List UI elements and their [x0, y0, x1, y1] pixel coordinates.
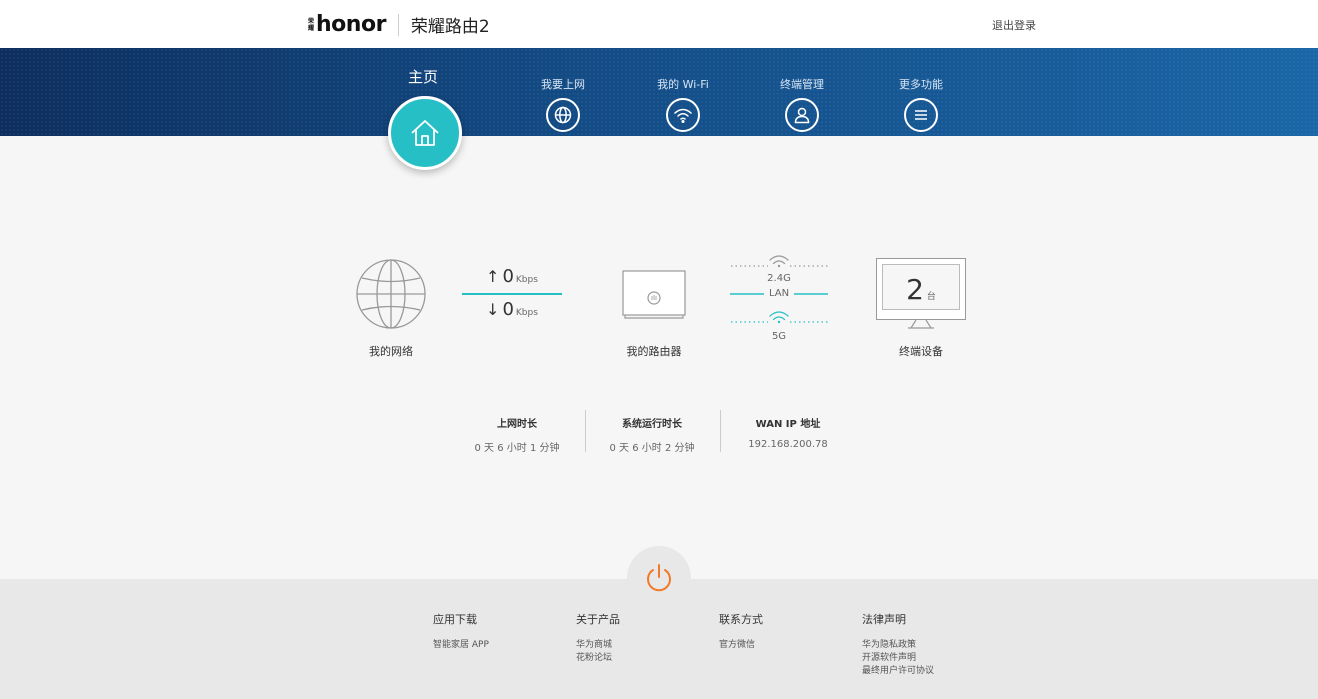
band-5g-label: 5G — [771, 331, 787, 342]
wifi-24g-icon — [769, 255, 789, 268]
power-button[interactable] — [627, 546, 691, 610]
arrow-down-icon: ↓ — [486, 300, 500, 319]
my-router-label: 我的路由器 — [626, 345, 682, 358]
wifi-icon — [666, 98, 700, 132]
footer-link[interactable]: 智能家居 APP — [433, 639, 489, 652]
logout-link[interactable]: 退出登录 — [992, 17, 1036, 33]
my-network-label: 我的网络 — [369, 345, 413, 358]
footer-link[interactable]: 华为商城 — [576, 639, 620, 652]
online-duration-stat: 上网时长 0 天 6 小时 1 分钟 — [474, 419, 560, 454]
user-icon — [785, 98, 819, 132]
router-icon[interactable] — [622, 270, 686, 320]
footer-link[interactable]: 开源软件声明 — [862, 652, 934, 665]
home-button[interactable] — [388, 96, 462, 170]
nav-item-devices[interactable]: 终端管理 — [757, 76, 847, 132]
download-speed: ↓ 0 Kbps — [486, 299, 538, 320]
wifi-5g-icon — [769, 311, 789, 324]
wan-ip-stat: WAN IP 地址 192.168.200.78 — [748, 419, 828, 450]
product-name: 荣耀路由2 — [410, 17, 490, 37]
nav-item-more[interactable]: 更多功能 — [876, 76, 966, 132]
band-24g-label: 2.4G — [767, 273, 791, 284]
device-count: 2 — [906, 273, 924, 306]
monitor-screen: 2 台 — [876, 258, 966, 320]
footer-col-products: 关于产品 华为商城 花粉论坛 — [576, 613, 620, 665]
footer-link[interactable]: 华为隐私政策 — [862, 639, 934, 652]
nav-item-internet[interactable]: 我要上网 — [518, 76, 608, 132]
logo-divider — [397, 13, 399, 36]
footer-col-contact: 联系方式 官方微信 — [719, 613, 763, 652]
devices-monitor[interactable]: 2 台 — [876, 258, 966, 329]
speed-panel: ↑ 0 Kbps ↓ 0 Kbps — [462, 266, 562, 320]
honor-logo[interactable]: 荣 耀 honor 荣耀路由2 — [308, 12, 490, 37]
logo-text: honor — [316, 12, 386, 37]
nav-item-wifi[interactable]: 我的 Wi-Fi — [638, 76, 728, 132]
nav-home-label: 主页 — [408, 68, 439, 86]
home-icon — [411, 120, 439, 146]
footer-col-download: 应用下载 智能家居 APP — [433, 613, 489, 652]
monitor-stand-icon — [908, 320, 934, 329]
band-lan-label: LAN — [768, 288, 790, 299]
system-uptime-stat: 系统运行时长 0 天 6 小时 2 分钟 — [609, 419, 695, 454]
upload-speed: ↑ 0 Kbps — [486, 266, 538, 287]
connection-bands: 2.4G LAN 5G — [728, 252, 830, 347]
speed-divider — [462, 293, 562, 295]
footer-col-legal: 法律声明 华为隐私政策 开源软件声明 最终用户许可协议 — [862, 613, 935, 678]
power-icon — [647, 564, 671, 592]
footer-link[interactable]: 最终用户许可协议 — [862, 665, 934, 678]
menu-icon — [904, 98, 938, 132]
globe-icon — [546, 98, 580, 132]
top-bar: 荣 耀 honor 荣耀路由2 退出登录 — [0, 0, 1318, 48]
internet-globe-icon[interactable] — [355, 258, 427, 330]
logo-mark: 荣 耀 — [308, 17, 315, 32]
arrow-up-icon: ↑ — [486, 267, 500, 286]
footer-link[interactable]: 花粉论坛 — [576, 652, 620, 665]
footer-link[interactable]: 官方微信 — [719, 639, 763, 652]
device-count-unit: 台 — [926, 292, 936, 302]
devices-label: 终端设备 — [899, 345, 943, 358]
